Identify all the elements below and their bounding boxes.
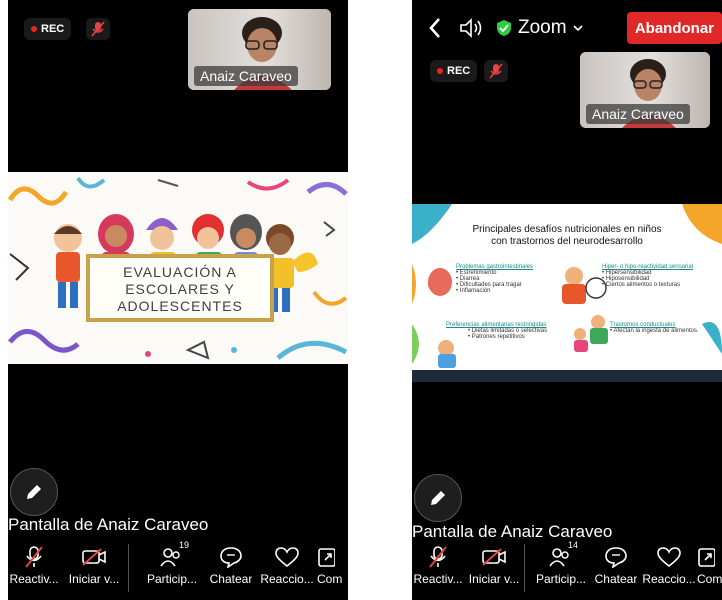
slide-title: EVALUACIÓN A ESCOLARES Y ADOLESCENTES [92, 264, 268, 315]
pencil-icon [431, 491, 445, 505]
recording-badge: REC [430, 60, 478, 82]
share-icon [698, 548, 715, 567]
toolbar-label-video: Iniciar v... [68, 572, 120, 586]
participant-count: 14 [568, 540, 579, 550]
meeting-info-menu[interactable]: Zoom [496, 17, 583, 39]
recording-label: REC [447, 65, 471, 77]
meeting-toolbar: Reactiv... Iniciar v... 19 Particip... C… [8, 538, 348, 600]
section-sensory: Hiper- o hipo-reactividad sensorial • Hi… [602, 264, 718, 288]
section-behavior: Trastornos conductuales • Afectan la ing… [610, 322, 710, 334]
toolbar-label-unmute: Reactiv... [9, 572, 59, 586]
toolbar-label-chat: Chatear [594, 572, 638, 586]
slide-title-line-2: ESCOLARES Y [125, 281, 235, 297]
kid-1 [54, 224, 82, 308]
shared-screen[interactable]: Principales desafíos nutricionales en ni… [412, 204, 722, 382]
toolbar-label-share: Com [317, 572, 343, 586]
participants-button[interactable]: 14 Particip... [531, 538, 591, 586]
chat-button[interactable]: Chatear [205, 538, 257, 586]
leave-button[interactable]: Abandonar [626, 12, 722, 44]
video-off-icon [482, 548, 506, 566]
record-dot-icon [31, 26, 37, 32]
app-name: Zoom [518, 17, 567, 38]
shared-screen[interactable]: EVALUACIÓN A ESCOLARES Y ADOLESCENTES [8, 172, 348, 364]
recording-badge: REC [24, 18, 72, 40]
toolbar-label-participants: Particip... [146, 572, 197, 586]
participant-name: Anaiz Caraveo [586, 104, 690, 124]
mic-muted-icon [489, 63, 503, 79]
section-gi: Problemas gastrointestinales • Estreñimi… [456, 264, 566, 294]
share-button[interactable]: Com [317, 538, 347, 586]
slide-title: Principales desafíos nutricionales en ni… [472, 224, 662, 247]
toolbar-label-video: Iniciar v... [468, 572, 520, 586]
start-video-button[interactable]: Iniciar v... [464, 538, 524, 586]
participant-count: 19 [179, 540, 190, 550]
share-button[interactable]: Com [697, 538, 722, 586]
annotate-button[interactable] [10, 468, 58, 516]
participant-name: Anaiz Caraveo [194, 66, 298, 86]
mic-muted-icon [25, 546, 43, 568]
toolbar-label-share: Com [697, 572, 722, 586]
unmute-button[interactable]: Reactiv... [412, 538, 464, 586]
toolbar-label-reactions: Reaccio... [260, 572, 314, 586]
slide-title-line-1: EVALUACIÓN A [123, 264, 237, 280]
share-caption: Pantalla de Anaiz Caraveo [8, 515, 209, 534]
participant-video-tile[interactable]: Anaiz Caraveo [188, 9, 331, 90]
record-dot-icon [437, 68, 443, 74]
chevron-left-icon [429, 18, 440, 38]
toolbar-label-reactions: Reaccio... [642, 572, 696, 586]
back-button[interactable] [422, 15, 448, 41]
host-muted-badge [86, 18, 110, 40]
chat-icon [605, 547, 627, 568]
speaker-icon [460, 18, 482, 38]
start-video-button[interactable]: Iniciar v... [60, 538, 128, 586]
participant-video-tile[interactable]: Anaiz Caraveo [580, 52, 710, 128]
toolbar-divider [524, 544, 525, 592]
sensory-item-3: • Ciertos alimentos o texturas [602, 282, 681, 288]
audio-output-button[interactable] [458, 16, 486, 40]
toolbar-label-participants: Particip... [535, 572, 586, 586]
mic-muted-icon [91, 21, 105, 37]
video-off-icon [82, 548, 106, 566]
meeting-toolbar: Reactiv... Iniciar v... 14 Particip... C… [412, 538, 722, 600]
share-icon [318, 548, 335, 567]
chevron-down-icon [573, 25, 583, 32]
left-phone-screen: REC Anaiz Caraveo EVALUACIÓN A ESCOLARES… [8, 0, 348, 600]
meeting-header: Zoom Abandonar [412, 10, 722, 46]
heart-icon [657, 547, 681, 568]
pencil-icon [27, 485, 41, 499]
recording-label: REC [41, 23, 65, 35]
pref-item-2: • Patrones repetitivos [468, 334, 525, 340]
unmute-button[interactable]: Reactiv... [8, 538, 60, 586]
chat-icon [220, 547, 242, 568]
toolbar-label-unmute: Reactiv... [413, 572, 463, 586]
section-preferences: Preferencias alimentarias restringidas •… [446, 322, 576, 340]
participants-button[interactable]: 19 Particip... [139, 538, 205, 586]
slide-title-line-3: ADOLESCENTES [117, 298, 243, 314]
host-muted-badge [484, 60, 508, 82]
heart-icon [275, 547, 299, 568]
shield-icon [497, 20, 511, 36]
toolbar-label-chat: Chatear [209, 572, 253, 586]
gi-item-4: • Inflamación [456, 288, 491, 294]
reactions-button[interactable]: Reaccio... [257, 538, 317, 586]
reactions-button[interactable]: Reaccio... [641, 538, 697, 586]
mic-muted-icon [429, 546, 447, 568]
behavior-item-1: • Afectan la ingesta de alimentos. [610, 328, 699, 334]
right-phone-screen: Zoom Abandonar REC Anaiz Caraveo Princip… [412, 0, 722, 600]
chat-button[interactable]: Chatear [591, 538, 641, 586]
toolbar-divider [128, 544, 129, 592]
annotate-button[interactable] [414, 474, 462, 522]
